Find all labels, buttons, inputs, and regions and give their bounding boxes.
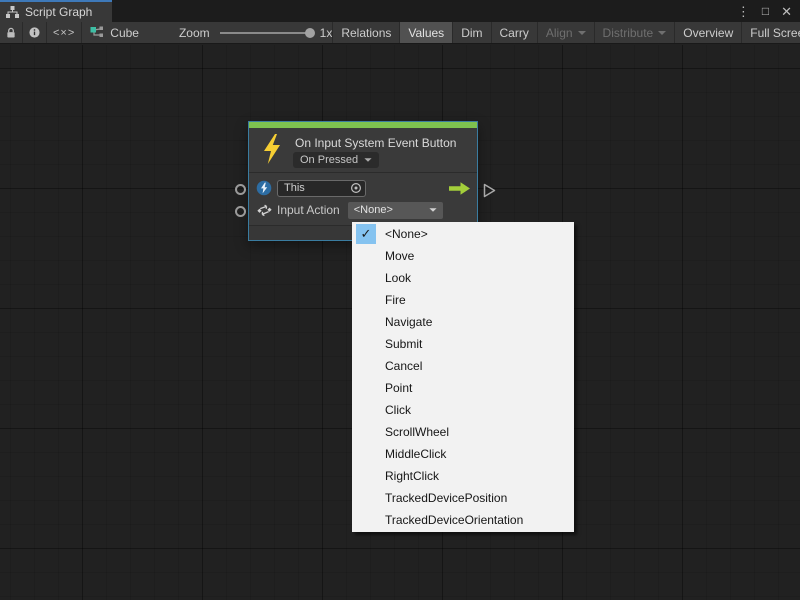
object-picker-icon[interactable] (350, 182, 362, 194)
flow-output-port[interactable] (483, 183, 496, 198)
lock-icon (6, 27, 16, 39)
menu-item-cancel[interactable]: Cancel (352, 355, 574, 377)
event-type-dropdown[interactable]: On Pressed (293, 152, 379, 168)
zoom-slider-knob[interactable] (305, 28, 315, 38)
menu-item-point[interactable]: Point (352, 377, 574, 399)
menu-item-submit[interactable]: Submit (352, 333, 574, 355)
menu-item-scrollwheel[interactable]: ScrollWheel (352, 421, 574, 443)
toolbar-button-fullscreen[interactable]: Full Screen (741, 22, 800, 43)
this-object-field[interactable]: This (277, 180, 366, 197)
toolbar-button-carry[interactable]: Carry (491, 22, 537, 43)
variables-toggle-button[interactable]: <×> (47, 22, 82, 43)
inspect-button[interactable] (23, 22, 47, 43)
menu-item-none[interactable]: ✓ <None> (352, 223, 574, 245)
toolbar-button-align[interactable]: Align (537, 22, 594, 43)
toolbar-button-relations[interactable]: Relations (332, 22, 399, 43)
node-row-this: This (249, 177, 477, 199)
node-row-input-action: Input Action <None> (249, 199, 477, 221)
menu-item-navigate[interactable]: Navigate (352, 311, 574, 333)
menu-item-click[interactable]: Click (352, 399, 574, 421)
event-bolt-icon (262, 134, 282, 164)
lock-button[interactable] (0, 22, 23, 43)
titlebar: Script Graph ⋮ □ ✕ (0, 0, 800, 22)
graph-canvas[interactable]: On Input System Event Button On Pressed … (0, 45, 800, 600)
menu-item-fire[interactable]: Fire (352, 289, 574, 311)
input-action-label: Input Action (277, 203, 340, 217)
tab-script-graph[interactable]: Script Graph (0, 0, 112, 22)
window-menu-icon[interactable]: ⋮ (737, 5, 750, 18)
gameobject-event-icon (256, 180, 272, 196)
check-icon: ✓ (361, 226, 372, 242)
checked-indicator: ✓ (356, 224, 376, 244)
toolbar-button-values[interactable]: Values (399, 22, 452, 43)
chevron-down-icon (364, 158, 371, 162)
menu-item-look[interactable]: Look (352, 267, 574, 289)
toolbar-button-distribute[interactable]: Distribute (594, 22, 675, 43)
close-icon[interactable]: ✕ (781, 5, 792, 18)
chevron-down-icon (429, 208, 436, 212)
input-port-this[interactable] (235, 184, 246, 195)
graph-toolbar: <×> Cube Zoom 1x Relations Values Dim Ca… (0, 22, 800, 44)
flow-output-arrow-icon (449, 182, 470, 195)
graph-hierarchy-icon (6, 6, 19, 18)
tab-label: Script Graph (25, 5, 92, 19)
zoom-value: 1x (320, 26, 333, 40)
chevron-down-icon (658, 31, 666, 35)
input-port-action[interactable] (235, 206, 246, 217)
window-controls: ⋮ □ ✕ (737, 0, 800, 22)
toolbar-button-dim[interactable]: Dim (452, 22, 490, 43)
graph-target-label: Cube (110, 26, 139, 40)
menu-item-trackeddeviceposition[interactable]: TrackedDevicePosition (352, 487, 574, 509)
menu-item-middleclick[interactable]: MiddleClick (352, 443, 574, 465)
menu-item-rightclick[interactable]: RightClick (352, 465, 574, 487)
node-header[interactable]: On Input System Event Button On Pressed (249, 128, 477, 173)
input-action-options-menu: ✓ <None> Move Look Fire Navigate Submit … (352, 222, 574, 532)
info-icon (29, 26, 40, 39)
maximize-icon[interactable]: □ (762, 5, 769, 17)
node-body: This (249, 173, 477, 221)
input-action-icon (256, 202, 272, 218)
toolbar-right-group: Relations Values Dim Carry Align Distrib… (332, 22, 800, 43)
node-title: On Input System Event Button (295, 136, 456, 150)
menu-item-trackeddeviceorientation[interactable]: TrackedDeviceOrientation (352, 509, 574, 531)
zoom-label: Zoom (179, 26, 210, 40)
input-action-dropdown[interactable]: <None> (348, 202, 443, 219)
zoom-control: Zoom 1x (179, 22, 332, 43)
toolbar-button-overview[interactable]: Overview (674, 22, 741, 43)
graph-node-icon (90, 26, 104, 39)
zoom-slider[interactable] (220, 32, 312, 34)
graph-target-button[interactable]: Cube (82, 22, 153, 43)
menu-item-move[interactable]: Move (352, 245, 574, 267)
chevron-down-icon (578, 31, 586, 35)
code-brackets-icon: <×> (53, 27, 75, 39)
